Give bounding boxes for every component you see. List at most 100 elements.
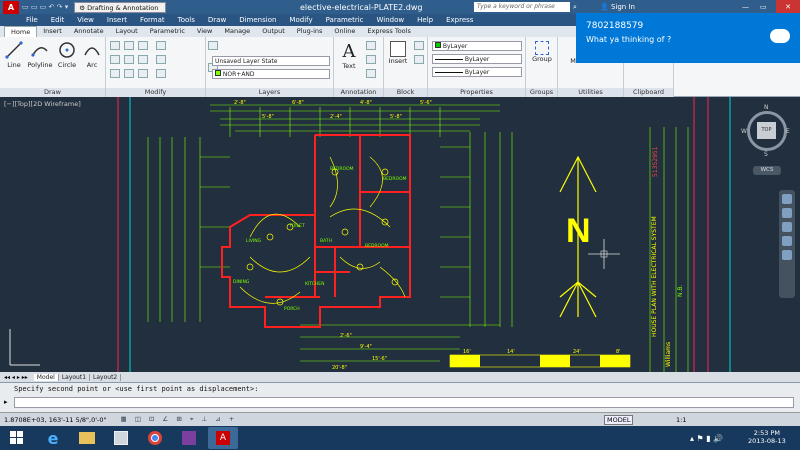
room-label: TOILET bbox=[289, 224, 305, 229]
menu-view[interactable]: View bbox=[77, 16, 94, 24]
pan-icon[interactable] bbox=[782, 208, 792, 218]
autocad-taskbar-icon[interactable]: A bbox=[208, 427, 238, 449]
viewport-controls-label[interactable]: [−][Top][2D Wireframe] bbox=[4, 100, 81, 108]
system-clock[interactable]: 2:53 PM 2013-08-13 bbox=[748, 429, 786, 445]
showmotion-icon[interactable] bbox=[782, 250, 792, 260]
arc-label: Arc bbox=[86, 61, 98, 69]
menu-express[interactable]: Express bbox=[446, 16, 473, 24]
orbit-icon[interactable] bbox=[782, 236, 792, 246]
drafting-toggles[interactable]: ▦ ◫ ⊡ ∠ ⊞ ⌖ ⊥ ⊿ + bbox=[121, 415, 238, 424]
polyline-tool[interactable]: Polyline bbox=[26, 41, 54, 69]
tab-output[interactable]: Output bbox=[256, 26, 291, 37]
arc-tool[interactable]: Arc bbox=[81, 41, 103, 69]
layer-state-dropdown[interactable]: Unsaved Layer State bbox=[212, 56, 330, 66]
menu-edit[interactable]: Edit bbox=[51, 16, 65, 24]
lineweight-dropdown[interactable]: ByLayer bbox=[432, 67, 522, 77]
winrar-icon[interactable] bbox=[174, 427, 204, 449]
notification-toast[interactable]: 7802188579 What ya thinking of ? bbox=[576, 13, 800, 63]
text-tool[interactable]: A Text bbox=[338, 41, 360, 70]
autocad-logo-icon[interactable]: A bbox=[3, 0, 19, 14]
tab-nav-arrows[interactable]: ◂◂ ◂ ▸ ▸▸ bbox=[4, 374, 28, 381]
compass-east[interactable]: E bbox=[786, 128, 790, 135]
wcs-menu[interactable]: WCS bbox=[753, 166, 781, 175]
mirror-tool-icon[interactable] bbox=[124, 55, 134, 64]
search-input[interactable]: Type a keyword or phrase bbox=[474, 2, 570, 12]
menu-insert[interactable]: Insert bbox=[107, 16, 127, 24]
tab-layout[interactable]: Layout bbox=[110, 26, 144, 37]
tab-plugins[interactable]: Plug-ins bbox=[291, 26, 329, 37]
close-button[interactable]: ✕ bbox=[776, 0, 800, 14]
tab-online[interactable]: Online bbox=[328, 26, 361, 37]
media-app-icon[interactable] bbox=[106, 427, 136, 449]
menu-tools[interactable]: Tools bbox=[178, 16, 195, 24]
table-icon[interactable] bbox=[366, 69, 376, 78]
insert-block-tool[interactable]: Insert bbox=[386, 41, 410, 65]
leader-icon[interactable] bbox=[366, 55, 376, 64]
menu-modify[interactable]: Modify bbox=[289, 16, 312, 24]
explode-tool-icon[interactable] bbox=[156, 55, 166, 64]
model-space-toggle[interactable]: MODEL bbox=[604, 414, 634, 425]
quick-access-toolbar[interactable]: ▭ ▭ ▭ ↶ ↷ ▾ bbox=[22, 3, 68, 11]
group-tool[interactable]: Group bbox=[528, 41, 556, 63]
tab-annotate[interactable]: Annotate bbox=[68, 26, 110, 37]
command-input[interactable] bbox=[14, 397, 794, 408]
tab-insert[interactable]: Insert bbox=[37, 26, 68, 37]
internet-explorer-icon[interactable]: e bbox=[38, 427, 68, 449]
compass-west[interactable]: W bbox=[741, 128, 747, 135]
menu-help[interactable]: Help bbox=[417, 16, 433, 24]
start-button[interactable] bbox=[0, 427, 34, 449]
steering-wheel-icon[interactable] bbox=[782, 194, 792, 204]
menu-draw[interactable]: Draw bbox=[208, 16, 226, 24]
zoom-icon[interactable] bbox=[782, 222, 792, 232]
room-label: BEDROOM bbox=[330, 167, 354, 172]
move-tool-icon[interactable] bbox=[110, 41, 120, 50]
tab-parametric[interactable]: Parametric bbox=[144, 26, 191, 37]
chrome-icon[interactable] bbox=[140, 427, 170, 449]
tray-icons[interactable]: ▴ ⚑ ▮ 🔊 bbox=[690, 434, 723, 443]
edit-block-icon[interactable] bbox=[414, 55, 424, 64]
compass-north[interactable]: N bbox=[764, 104, 769, 111]
workspace-dropdown[interactable]: ⚙ Drafting & Annotation bbox=[74, 1, 167, 13]
linetype-dropdown[interactable]: ByLayer bbox=[432, 54, 522, 64]
layer-properties-icon[interactable] bbox=[208, 41, 218, 50]
erase-tool-icon[interactable] bbox=[156, 41, 166, 50]
rotate-tool-icon[interactable] bbox=[124, 41, 134, 50]
coordinate-readout[interactable]: 1.8708E+03, 163'-11 5/8",0'-0" bbox=[4, 416, 107, 424]
tab-view[interactable]: View bbox=[191, 26, 218, 37]
tab-layout2[interactable]: Layout2 bbox=[90, 373, 122, 381]
file-explorer-icon[interactable] bbox=[72, 427, 102, 449]
copy-tool-icon[interactable] bbox=[110, 55, 120, 64]
menu-format[interactable]: Format bbox=[140, 16, 165, 24]
dimension-icon[interactable] bbox=[366, 41, 376, 50]
drawing-canvas[interactable]: N BEDROOM BEDROOM LIVING TOILET BATH BED… bbox=[0, 97, 800, 372]
viewcube-top-face[interactable]: TOP bbox=[757, 122, 776, 139]
menu-dimension[interactable]: Dimension bbox=[239, 16, 276, 24]
search-icon[interactable]: ⌕ bbox=[573, 3, 577, 12]
scale-tool-icon[interactable] bbox=[124, 69, 134, 78]
trim-tool-icon[interactable] bbox=[138, 41, 148, 50]
color-dropdown[interactable]: ByLayer bbox=[432, 41, 522, 51]
maximize-button[interactable]: ▭ bbox=[760, 3, 767, 11]
create-block-icon[interactable] bbox=[414, 41, 424, 50]
tab-manage[interactable]: Manage bbox=[218, 26, 256, 37]
text-label: Text bbox=[342, 62, 356, 70]
menu-file[interactable]: File bbox=[26, 16, 38, 24]
viewcube[interactable]: TOP N S E W bbox=[741, 103, 792, 163]
fillet-tool-icon[interactable] bbox=[138, 55, 148, 64]
tab-express-tools[interactable]: Express Tools bbox=[361, 26, 416, 37]
tab-model[interactable]: Model bbox=[33, 373, 59, 381]
current-layer-dropdown[interactable]: NOR+AND bbox=[212, 69, 330, 79]
sign-in-button[interactable]: 👤 Sign In bbox=[600, 3, 635, 11]
tab-home[interactable]: Home bbox=[4, 26, 38, 37]
annotation-scale[interactable]: 1:1 bbox=[676, 416, 686, 424]
compass-south[interactable]: S bbox=[764, 151, 768, 158]
offset-tool-icon[interactable] bbox=[156, 69, 166, 78]
circle-tool[interactable]: Circle bbox=[56, 41, 78, 69]
minimize-button[interactable]: — bbox=[742, 3, 749, 11]
array-tool-icon[interactable] bbox=[138, 69, 148, 78]
tab-layout1[interactable]: Layout1 bbox=[59, 373, 91, 381]
stretch-tool-icon[interactable] bbox=[110, 69, 120, 78]
line-tool[interactable]: Line bbox=[3, 41, 25, 69]
menu-window[interactable]: Window bbox=[377, 16, 405, 24]
menu-parametric[interactable]: Parametric bbox=[326, 16, 364, 24]
